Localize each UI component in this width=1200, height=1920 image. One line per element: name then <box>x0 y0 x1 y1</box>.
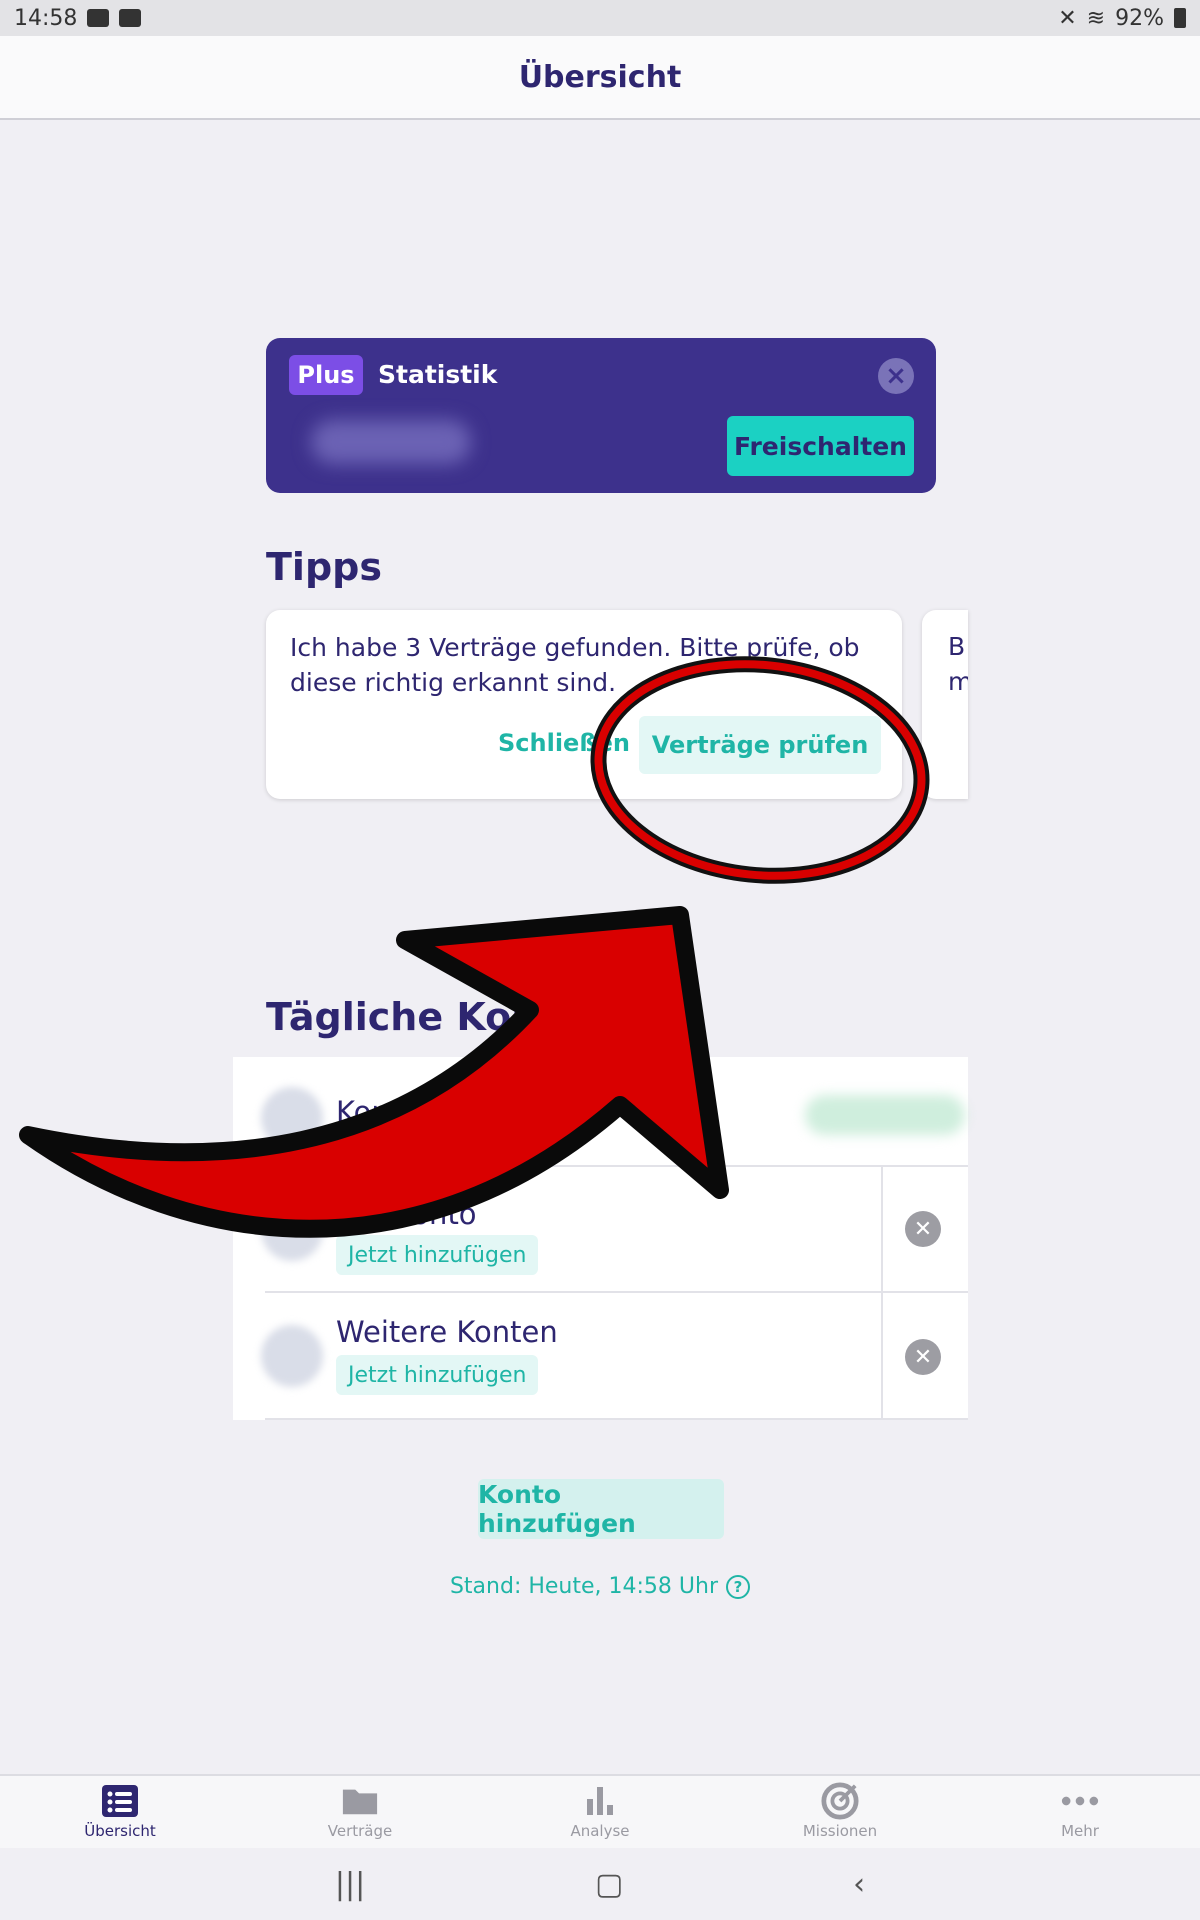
close-icon[interactable]: ✕ <box>905 1211 941 1247</box>
bank-logo-icon <box>261 1199 323 1261</box>
blurred-balance <box>805 1095 965 1135</box>
account-name: Konto <box>336 1095 419 1129</box>
tab-label: Übersicht <box>84 1822 156 1840</box>
tip-close-button[interactable]: Schließen <box>498 718 630 768</box>
tab-label: Missionen <box>802 1822 878 1840</box>
recent-apps-icon[interactable]: ||| <box>335 1867 365 1902</box>
home-icon[interactable]: ▢ <box>595 1867 623 1902</box>
add-now-button[interactable]: Jetzt hinzufügen <box>336 1235 539 1275</box>
close-icon[interactable]: ✕ <box>905 1339 941 1375</box>
account-row[interactable]: Girokonto Jetzt hinzufügen ✕ <box>233 1167 968 1293</box>
account-row[interactable]: Konto <box>233 1057 968 1167</box>
divider <box>265 1418 968 1420</box>
battery-icon <box>1174 8 1186 28</box>
check-contracts-button[interactable]: Verträge prüfen <box>639 716 881 774</box>
tab-mehr[interactable]: Mehr <box>960 1776 1200 1848</box>
add-account-button[interactable]: Konto hinzufügen <box>478 1479 724 1539</box>
bank-logo-icon <box>261 1087 323 1149</box>
bar-chart-icon <box>581 1784 619 1818</box>
tab-label: Verträge <box>327 1822 393 1840</box>
tip-next-line: B <box>948 632 966 661</box>
wifi-icon: ≋ <box>1086 5 1106 31</box>
unlock-button[interactable]: Freischalten <box>727 416 914 476</box>
tab-analyse[interactable]: Analyse <box>480 1776 720 1848</box>
tab-label: Analyse <box>570 1822 630 1840</box>
list-icon <box>101 1784 139 1818</box>
tab-vertraege[interactable]: Verträge <box>240 1776 480 1848</box>
mute-icon: ✕ <box>1058 5 1077 31</box>
plus-statistik-card: Plus Statistik × Freischalten <box>266 338 936 493</box>
top-bar: Übersicht <box>0 36 1200 120</box>
tip-card: Ich habe 3 Verträge gefunden. Bitte prüf… <box>266 610 902 799</box>
tab-label: Mehr <box>1061 1822 1099 1840</box>
bank-logo-icon <box>261 1325 323 1387</box>
account-row[interactable]: Weitere Konten Jetzt hinzufügen ✕ <box>233 1293 968 1420</box>
annotation-overlay <box>19 656 930 1238</box>
last-updated-text: Stand: Heute, 14:58 Uhr <box>449 1574 719 1599</box>
account-name: Girokonto <box>336 1197 477 1231</box>
more-dots-icon <box>1061 1784 1099 1818</box>
last-updated: Stand: Heute, 14:58 Uhr ? <box>0 1574 1200 1599</box>
tips-section-title: Tipps <box>266 545 382 589</box>
plus-badge: Plus <box>289 355 363 395</box>
accounts-list: Konto Girokonto Jetzt hinzufügen ✕ Weite… <box>233 1057 968 1420</box>
folder-icon <box>341 1784 379 1818</box>
bottom-tab-bar: Übersicht Verträge Analyse Missionen Meh… <box>0 1774 1200 1848</box>
status-time: 14:58 <box>14 5 78 31</box>
back-icon[interactable]: ‹ <box>853 1867 865 1902</box>
status-bar: 14:58 ✕ ≋ 92% <box>0 0 1200 36</box>
add-now-button[interactable]: Jetzt hinzufügen <box>336 1355 539 1395</box>
system-nav-bar: ||| ▢ ‹ <box>0 1848 1200 1920</box>
help-icon[interactable]: ? <box>726 1574 751 1599</box>
battery-percent: 92% <box>1115 5 1164 31</box>
tip-next-line: m <box>948 667 968 696</box>
tip-card-next[interactable]: B m <box>922 610 968 799</box>
account-name: Weitere Konten <box>336 1315 558 1349</box>
accounts-section-title: Tägliche Konten <box>266 995 610 1039</box>
gallery-icon <box>87 9 110 27</box>
blurred-statistic-value <box>311 420 471 464</box>
tab-missionen[interactable]: Missionen <box>720 1776 960 1848</box>
tip-text: Ich habe 3 Verträge gefunden. Bitte prüf… <box>290 633 860 697</box>
tab-uebersicht[interactable]: Übersicht <box>0 1776 240 1848</box>
target-icon <box>821 1782 859 1820</box>
close-icon[interactable]: × <box>878 358 914 394</box>
plus-card-title: Statistik <box>378 360 498 389</box>
youtube-icon <box>119 9 142 27</box>
page-title: Übersicht <box>518 59 682 95</box>
